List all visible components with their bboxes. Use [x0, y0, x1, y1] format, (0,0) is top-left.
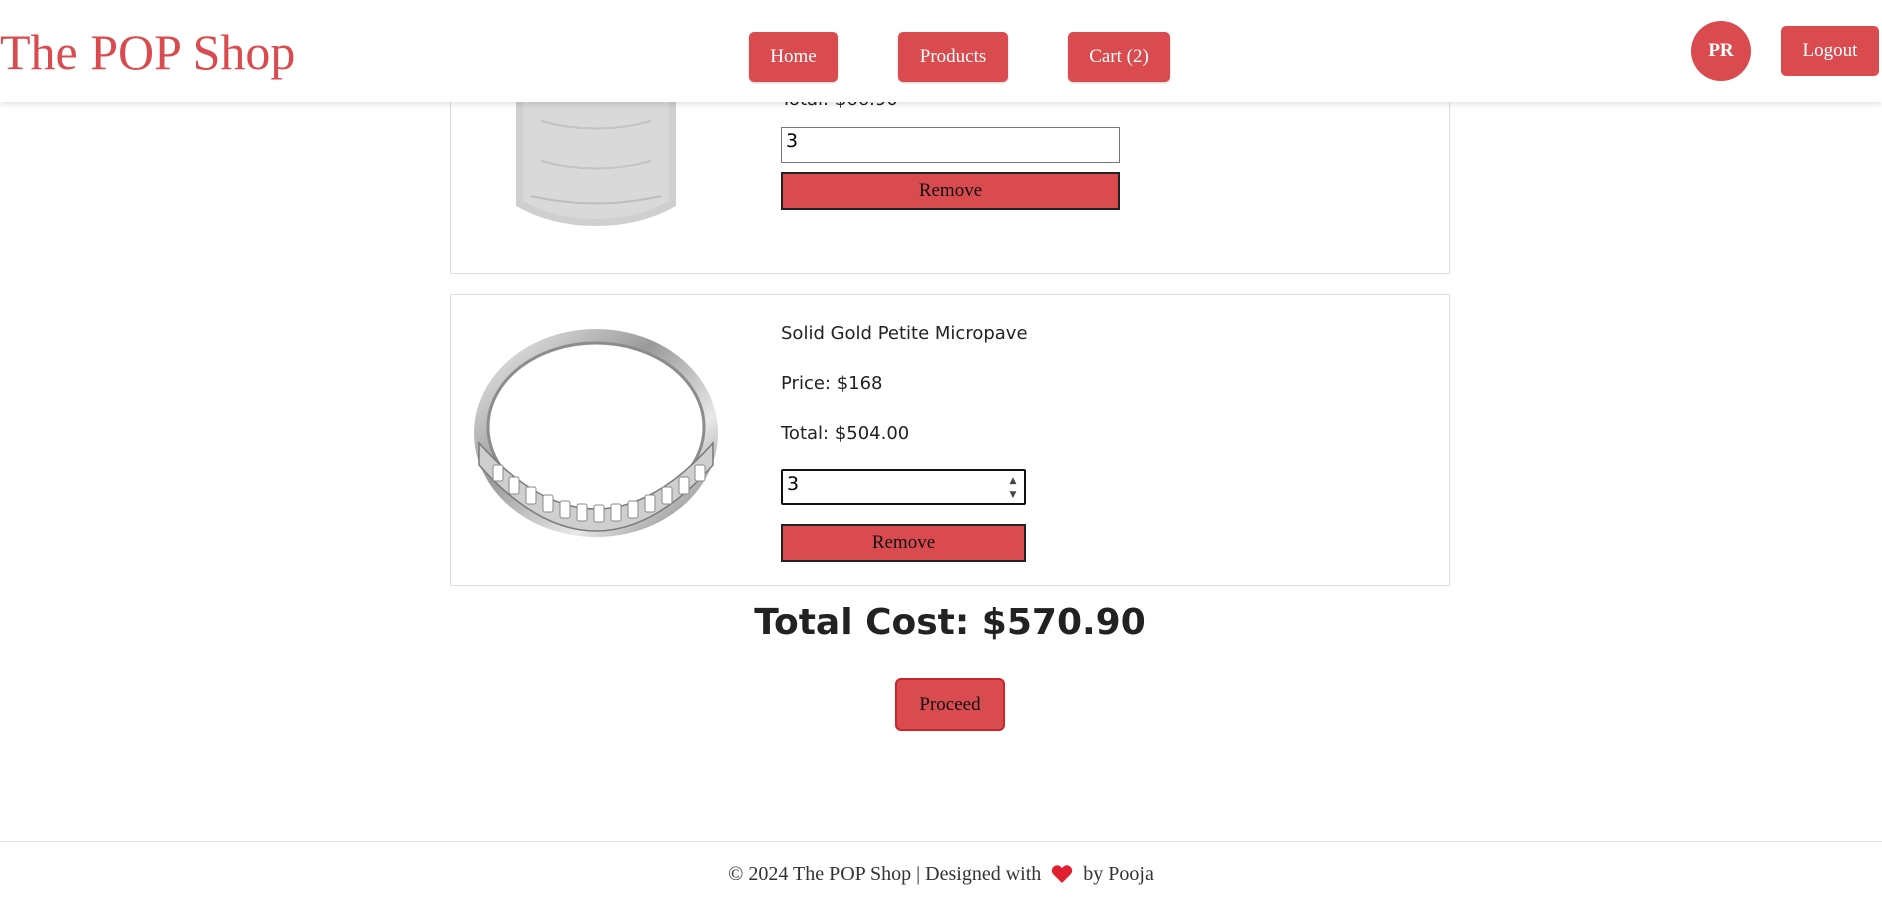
spinner-arrows[interactable]: ▲ ▼ — [1006, 475, 1020, 501]
user-avatar[interactable]: PR — [1691, 21, 1751, 81]
brand-logo[interactable]: The POP Shop — [0, 20, 295, 84]
footer-suffix: by Pooja — [1083, 862, 1154, 885]
item-price: Price: $168 — [781, 373, 883, 394]
logout-button[interactable]: Logout — [1781, 26, 1879, 76]
cart-item-card: Solid Gold Petite Micropave Price: $168 … — [450, 294, 1450, 586]
proceed-button[interactable]: Proceed — [895, 678, 1005, 731]
quantity-value: 3 — [786, 130, 799, 152]
remove-button[interactable]: Remove — [781, 172, 1120, 210]
chevron-up-icon[interactable]: ▲ — [1010, 475, 1017, 487]
quantity-value: 3 — [787, 473, 800, 495]
item-total: Total: $504.00 — [781, 423, 910, 444]
footer-prefix: © 2024 The POP Shop | Designed with — [728, 862, 1042, 885]
nav-products-button[interactable]: Products — [898, 32, 1008, 82]
chevron-down-icon[interactable]: ▼ — [1010, 489, 1017, 501]
site-footer: © 2024 The POP Shop | Designed with by P… — [0, 841, 1882, 906]
nav-home-button[interactable]: Home — [749, 32, 838, 82]
total-cost: Total Cost: $570.90 — [754, 602, 1146, 643]
site-header: The POP Shop Home Products Cart (2) PR L… — [0, 0, 1882, 102]
heart-icon — [1051, 864, 1073, 884]
item-name: Solid Gold Petite Micropave — [781, 323, 1028, 344]
quantity-stepper[interactable]: 3 ▲ ▼ — [781, 469, 1026, 505]
nav-cart-button[interactable]: Cart (2) — [1068, 32, 1170, 82]
gold-ring-image — [474, 329, 718, 537]
remove-button[interactable]: Remove — [781, 524, 1026, 562]
quantity-input[interactable]: 3 — [781, 127, 1120, 163]
